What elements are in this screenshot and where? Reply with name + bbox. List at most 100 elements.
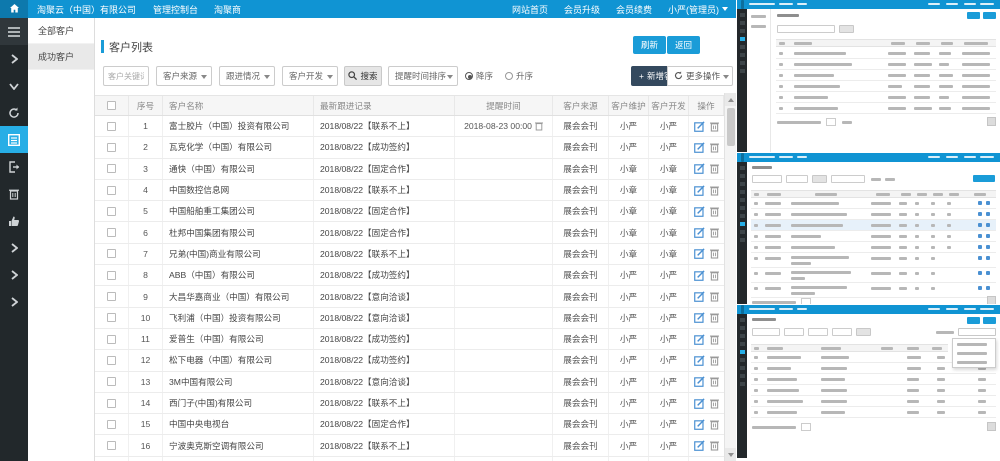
chevron-down-icon[interactable] <box>0 72 28 99</box>
edit-icon[interactable] <box>694 185 705 196</box>
edit-icon[interactable] <box>694 206 705 217</box>
row-checkbox[interactable] <box>107 356 116 365</box>
follow-status-select[interactable]: 跟进情况 <box>219 66 275 86</box>
navbar-menu-item[interactable]: 管理控制台 <box>145 5 206 15</box>
followup-record: 2018/08/22【联系不上】 <box>314 180 455 200</box>
trash-icon[interactable] <box>710 270 719 281</box>
row-checkbox[interactable] <box>107 228 116 237</box>
trash-icon[interactable] <box>710 398 719 409</box>
table-body: 1 富士胶片（中国）投资有限公司 2018/08/22【联系不上】 2018-0… <box>95 116 724 457</box>
trash-icon[interactable] <box>710 419 719 430</box>
trash-icon[interactable] <box>710 355 719 366</box>
chevron-right-icon[interactable] <box>0 288 28 315</box>
sidebar-item-all-customers[interactable]: 全部客户 <box>28 18 94 44</box>
sort-select[interactable]: 提醒时间排序 <box>388 66 458 86</box>
trash-icon[interactable] <box>0 180 28 207</box>
row-checkbox[interactable] <box>107 377 116 386</box>
trash-icon[interactable] <box>710 206 719 217</box>
refresh-icon[interactable] <box>0 99 28 126</box>
user-menu[interactable]: 小严(管理员) <box>660 3 736 16</box>
source-select[interactable]: 客户来源 <box>156 66 212 86</box>
trash-icon[interactable] <box>710 334 719 345</box>
row-checkbox[interactable] <box>107 420 116 429</box>
trash-icon[interactable] <box>710 227 719 238</box>
followup-record: 2018/08/22【成功签约】 <box>314 329 455 349</box>
row-actions <box>689 435 724 455</box>
row-checkbox[interactable] <box>107 335 116 344</box>
sidebar-item-success-customers[interactable]: 成功客户 <box>28 44 94 70</box>
edit-icon[interactable] <box>694 227 705 238</box>
scroll-up-button[interactable] <box>725 93 736 106</box>
edit-icon[interactable] <box>694 355 705 366</box>
col-header: 序号 <box>129 96 163 115</box>
sort-desc-radio[interactable]: 降序 <box>465 70 493 82</box>
row-number: 16 <box>129 435 163 455</box>
row-checkbox[interactable] <box>107 186 116 195</box>
remind-time <box>455 137 553 157</box>
row-checkbox[interactable] <box>107 399 116 408</box>
trash-icon[interactable] <box>710 248 719 259</box>
scrollbar-thumb[interactable] <box>727 108 735 146</box>
back-button[interactable]: 返回 <box>667 36 700 54</box>
row-checkbox[interactable] <box>107 164 116 173</box>
trash-icon[interactable] <box>710 142 719 153</box>
develop-select[interactable]: 客户开发 <box>282 66 338 86</box>
list-icon[interactable] <box>0 126 28 153</box>
edit-icon[interactable] <box>694 419 705 430</box>
keyword-input[interactable] <box>103 66 149 86</box>
scroll-down-button[interactable] <box>725 448 736 461</box>
navbar-menu-item[interactable]: 淘聚商 <box>206 5 249 15</box>
navbar-right-link[interactable]: 会员续费 <box>608 5 660 15</box>
row-checkbox[interactable] <box>107 292 116 301</box>
chevron-right-icon[interactable] <box>0 261 28 288</box>
edit-icon[interactable] <box>694 248 705 259</box>
row-checkbox[interactable] <box>107 271 116 280</box>
edit-icon[interactable] <box>694 291 705 302</box>
trash-icon[interactable] <box>710 312 719 323</box>
row-checkbox[interactable] <box>107 249 116 258</box>
chevron-right-icon[interactable] <box>0 45 28 72</box>
row-number: 12 <box>129 350 163 370</box>
edit-icon[interactable] <box>694 121 705 132</box>
trash-icon[interactable] <box>710 291 719 302</box>
remind-time <box>455 265 553 285</box>
thumbs-up-icon[interactable] <box>0 207 28 234</box>
search-button[interactable]: 搜索 <box>344 66 382 86</box>
row-checkbox[interactable] <box>107 313 116 322</box>
refresh-button[interactable]: 刷新 <box>633 36 666 54</box>
trash-icon[interactable] <box>710 376 719 387</box>
trash-icon[interactable] <box>710 185 719 196</box>
mini-sidebar <box>737 162 747 304</box>
brand-name[interactable]: 淘聚云（中国）有限公司 <box>28 3 145 16</box>
row-checkbox[interactable] <box>107 143 116 152</box>
customer-source: 展会会刊 <box>553 286 609 306</box>
row-checkbox[interactable] <box>107 122 116 131</box>
trash-icon[interactable] <box>710 440 719 451</box>
logout-icon[interactable] <box>0 153 28 180</box>
edit-icon[interactable] <box>694 440 705 451</box>
trash-icon[interactable] <box>710 163 719 174</box>
edit-icon[interactable] <box>694 163 705 174</box>
more-actions-button[interactable]: 更多操作 <box>667 66 733 86</box>
vertical-scrollbar[interactable] <box>724 93 736 461</box>
trash-icon[interactable] <box>710 121 719 132</box>
col-header: 客户维护 <box>609 96 649 115</box>
edit-icon[interactable] <box>694 376 705 387</box>
edit-icon[interactable] <box>694 334 705 345</box>
chevron-right-icon[interactable] <box>0 234 28 261</box>
home-button[interactable] <box>0 0 28 18</box>
row-checkbox[interactable] <box>107 207 116 216</box>
edit-icon[interactable] <box>694 142 705 153</box>
navbar-right-link[interactable]: 网站首页 <box>504 5 556 15</box>
edit-icon[interactable] <box>694 270 705 281</box>
row-actions <box>689 414 724 434</box>
select-all-checkbox[interactable] <box>107 101 116 110</box>
customer-source: 展会会刊 <box>553 329 609 349</box>
menu-icon[interactable] <box>0 18 28 45</box>
edit-icon[interactable] <box>694 312 705 323</box>
edit-icon[interactable] <box>694 398 705 409</box>
delete-reminder-icon[interactable] <box>535 121 543 131</box>
row-checkbox[interactable] <box>107 441 116 450</box>
sort-asc-radio[interactable]: 升序 <box>505 70 533 82</box>
navbar-right-link[interactable]: 会员升级 <box>556 5 608 15</box>
